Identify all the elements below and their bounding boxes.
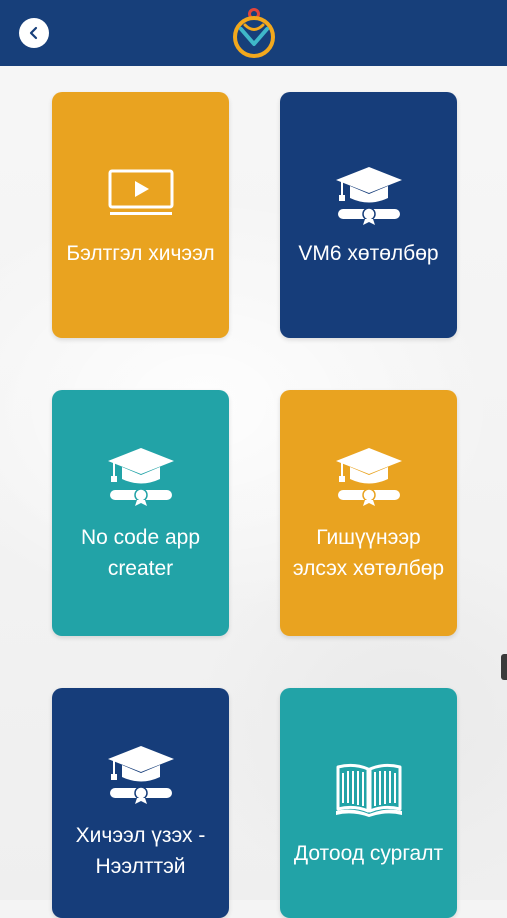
app-logo [233, 8, 275, 58]
tv-play-icon [108, 169, 173, 215]
open-book-icon [335, 763, 402, 817]
menu-grid: Бэлтгэл хичээл VM6 хөтөлбөр No code app … [0, 0, 507, 918]
graduation-cap-icon [107, 448, 174, 506]
graduation-cap-icon [107, 746, 174, 804]
card-label: Бэлтгэл хичээл [66, 242, 215, 265]
card-label: Дотоод сургалт [293, 842, 444, 865]
card-label: VM6 хөтөлбөр [298, 242, 439, 265]
graduation-cap-icon [335, 448, 402, 506]
card-label: No code app creater [80, 526, 201, 580]
chevron-left-icon [29, 26, 38, 40]
card-vm6-hotolbor[interactable]: VM6 хөтөлбөр [280, 92, 457, 338]
card-gishuuneer-elseh[interactable]: Гишүүнээр элсэх хөтөлбөр [280, 390, 457, 636]
card-no-code-app[interactable]: No code app creater [52, 390, 229, 636]
card-hicheel-uzeh[interactable]: Хичээл үзэх - Нээлттэй [52, 688, 229, 918]
graduation-cap-icon [335, 167, 402, 225]
card-dotood-surgalt[interactable]: Дотоод сургалт [280, 688, 457, 918]
back-button[interactable] [19, 18, 49, 48]
card-beltgel-hicheel[interactable]: Бэлтгэл хичээл [52, 92, 229, 338]
top-bar [0, 0, 507, 66]
card-label: Гишүүнээр элсэх хөтөлбөр [292, 526, 445, 580]
card-label: Хичээл үзэх - Нээлттэй [75, 824, 206, 878]
